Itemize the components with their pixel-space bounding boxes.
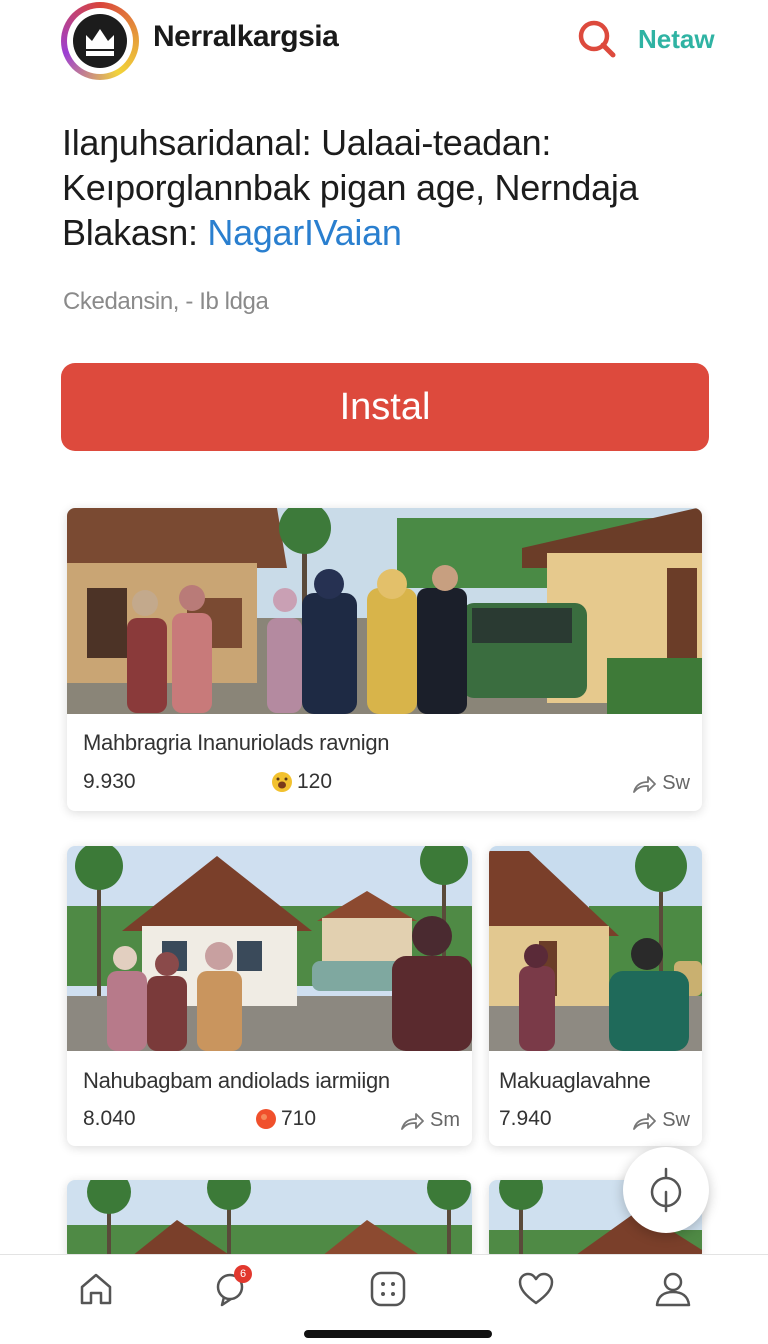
install-button[interactable]: Instal (61, 363, 709, 451)
heart-emoji-icon (256, 1109, 276, 1129)
share-button[interactable]: Sm (400, 1109, 460, 1132)
share-label: Sm (430, 1109, 460, 1131)
card-photo (67, 1180, 472, 1260)
reaction-number: 710 (281, 1107, 317, 1130)
heart-icon (518, 1272, 554, 1305)
app-name: Nerralkargsia (153, 20, 339, 53)
share-button[interactable]: Sw (632, 772, 690, 795)
home-indicator[interactable] (304, 1330, 492, 1338)
share-arrow-icon (633, 775, 657, 793)
share-arrow-icon (401, 1112, 424, 1130)
nav-favorites[interactable] (514, 1267, 558, 1311)
nav-apps[interactable] (366, 1267, 410, 1311)
laugh-emoji-icon (272, 772, 292, 792)
feed-card[interactable]: Mahbragria Inanuriolads ravnign 9.930 12… (67, 508, 702, 811)
card-title: Makuaglavahne (499, 1068, 651, 1093)
search-button[interactable] (576, 18, 618, 60)
profile-icon (655, 1272, 691, 1307)
crown-icon (73, 14, 127, 68)
share-label: Sw (662, 1109, 690, 1131)
reaction-count[interactable]: 120 (271, 770, 332, 794)
view-count: 8.040 (83, 1107, 136, 1130)
view-count: 7.940 (499, 1107, 552, 1130)
headline-link[interactable]: NagarIVaian (207, 212, 401, 253)
feed-card-partial[interactable] (67, 1180, 472, 1260)
app-logo[interactable] (61, 2, 139, 80)
feed-card[interactable]: Nahubagbam andiolads iarmiign 8.040 710 … (67, 846, 472, 1146)
app-header: Nerralkargsia Netaw (0, 0, 768, 90)
share-label: Sw (662, 772, 690, 794)
search-icon (578, 20, 616, 58)
share-arrow-icon (633, 1112, 657, 1130)
card-title: Nahubagbam andiolads iarmiign (83, 1068, 390, 1093)
nav-chat[interactable]: 6 (209, 1265, 253, 1311)
nav-home[interactable] (74, 1267, 118, 1311)
nav-profile[interactable] (651, 1267, 695, 1311)
reaction-count[interactable]: 710 (255, 1107, 316, 1131)
share-button[interactable]: Sw (632, 1109, 690, 1132)
article-meta: Ckedansin, - Ib ldga (63, 288, 269, 315)
feed-card[interactable]: Makuaglavahne 7.940 Sw (489, 846, 702, 1146)
article-headline: Ilaŋuhsaridanal: Ualaai-teadan: Keıporgl… (62, 120, 722, 255)
apps-icon (370, 1271, 406, 1307)
compass-icon (650, 1167, 682, 1213)
card-title: Mahbragria Inanuriolads ravnign (83, 730, 390, 755)
notification-badge: 6 (234, 1265, 252, 1283)
view-count: 9.930 (83, 770, 136, 793)
reaction-number: 120 (297, 770, 333, 793)
home-icon (80, 1273, 112, 1305)
floating-action-button[interactable] (623, 1147, 709, 1233)
header-action-link[interactable]: Netaw (638, 24, 715, 55)
card-photo (67, 846, 472, 1051)
card-photo (67, 508, 702, 714)
card-photo (489, 846, 702, 1051)
